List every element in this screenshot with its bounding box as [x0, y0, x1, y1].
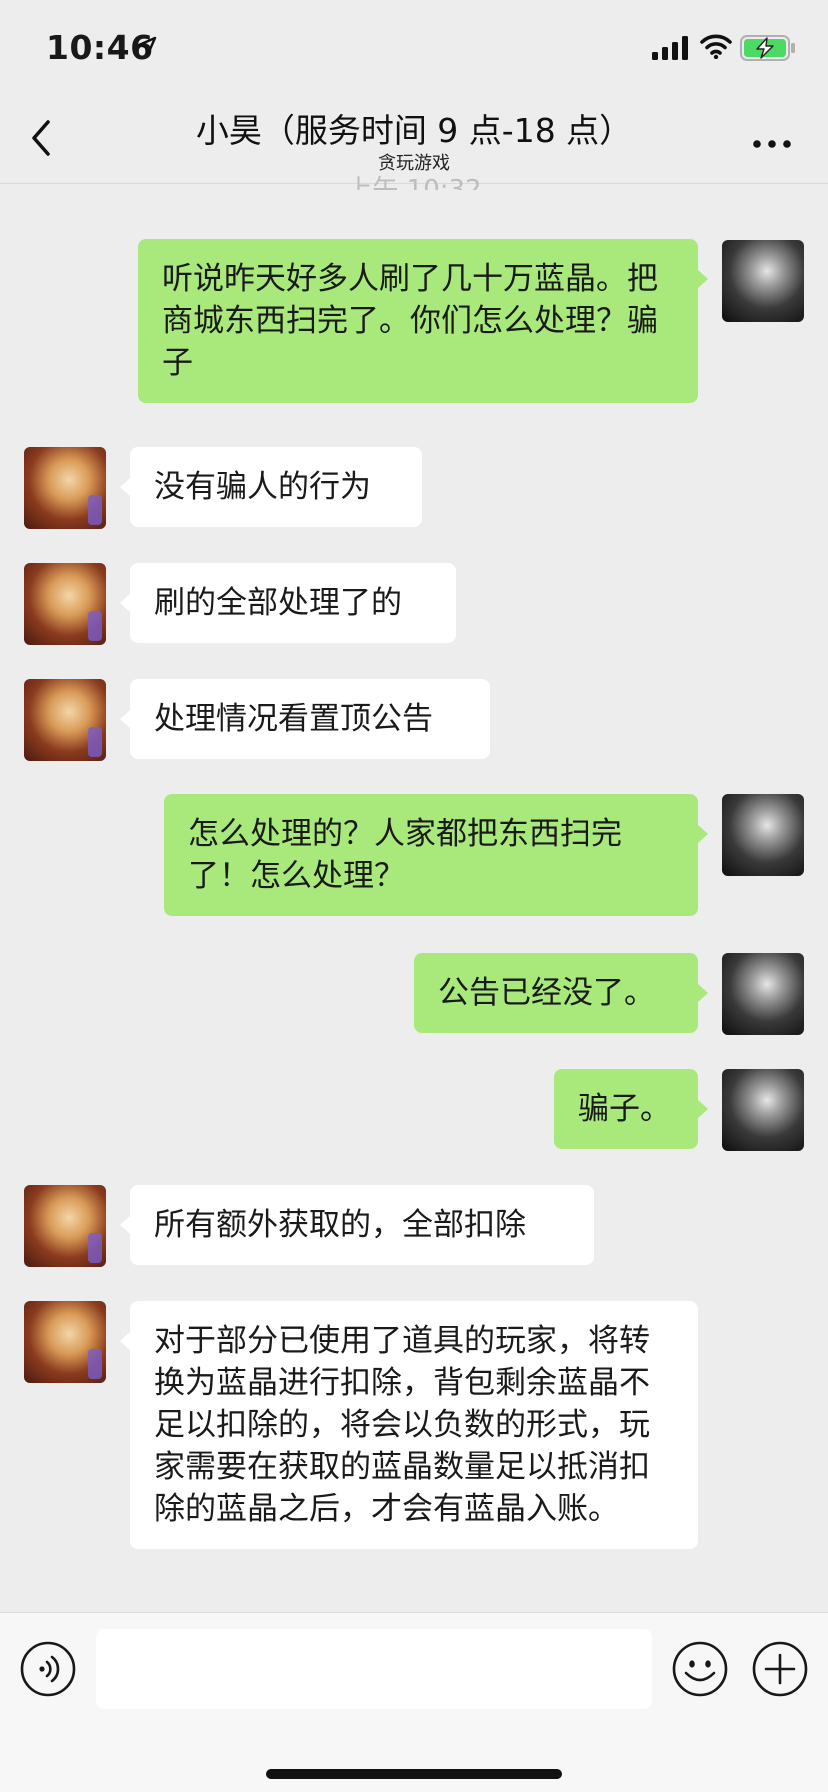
more-icon[interactable] [752, 134, 792, 153]
message-bubble-sent[interactable]: 怎么处理的？人家都把东西扫完了！怎么处理？ [164, 794, 708, 916]
location-arrow-icon [137, 36, 157, 60]
avatar-agent[interactable] [24, 563, 106, 645]
avatar-agent[interactable] [24, 679, 106, 761]
input-bar [0, 1612, 828, 1792]
avatar-self[interactable] [722, 1069, 804, 1151]
message-bubble-sent[interactable]: 听说昨天好多人刷了几十万蓝晶。把商城东西扫完了。你们怎么处理？骗子 [138, 239, 708, 403]
avatar-self[interactable] [722, 794, 804, 876]
message-bubble-sent[interactable]: 公告已经没了。 [414, 953, 708, 1033]
battery-charging-icon [740, 35, 796, 65]
avatar-self[interactable] [722, 240, 804, 322]
plus-icon[interactable] [752, 1641, 808, 1701]
message-bubble-sent[interactable]: 骗子。 [554, 1069, 708, 1149]
voice-icon[interactable] [20, 1641, 76, 1701]
chat-title: 小昊（服务时间 9 点-18 点） [195, 111, 633, 150]
home-indicator[interactable] [266, 1769, 562, 1779]
message-timestamp: 上午 10:32 [346, 175, 482, 190]
message-bubble-received[interactable]: 没有骗人的行为 [120, 447, 422, 527]
status-bar: 10:46 [0, 0, 828, 96]
avatar-agent[interactable] [24, 1301, 106, 1383]
message-bubble-received[interactable]: 对于部分已使用了道具的玩家，将转换为蓝晶进行扣除，背包剩余蓝晶不足以扣除的，将会… [120, 1301, 698, 1549]
message-bubble-received[interactable]: 刷的全部处理了的 [120, 563, 456, 643]
message-bubble-received[interactable]: 所有额外获取的，全部扣除 [120, 1185, 594, 1265]
signal-icon [652, 36, 690, 64]
message-input[interactable] [96, 1629, 652, 1709]
wifi-icon [700, 33, 732, 63]
avatar-agent[interactable] [24, 1185, 106, 1267]
message-bubble-received[interactable]: 处理情况看置顶公告 [120, 679, 490, 759]
avatar-self[interactable] [722, 953, 804, 1035]
emoji-icon[interactable] [672, 1641, 728, 1701]
avatar-agent[interactable] [24, 447, 106, 529]
